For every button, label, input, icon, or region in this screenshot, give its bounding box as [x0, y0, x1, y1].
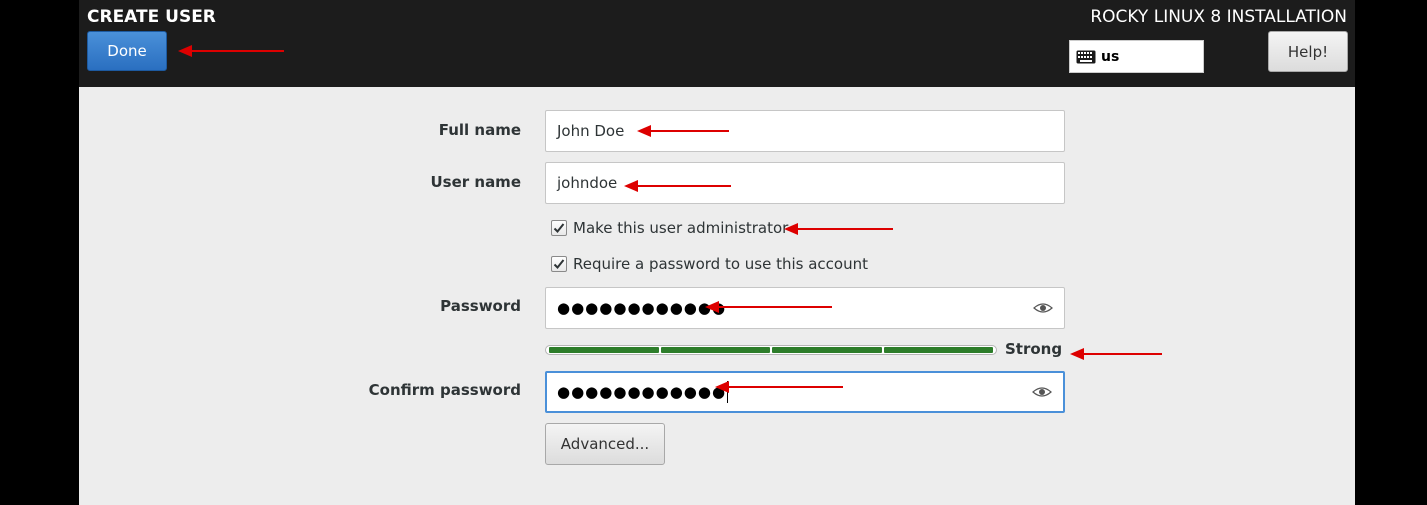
password-masked-value: ●●●●●●●●●●●● — [557, 299, 727, 317]
installer-window: CREATE USER Done ROCKY LINUX 8 INSTALLAT… — [79, 0, 1355, 505]
header-bar: CREATE USER Done ROCKY LINUX 8 INSTALLAT… — [79, 0, 1355, 87]
keyboard-layout-label: us — [1101, 48, 1120, 65]
strength-segment — [772, 347, 882, 353]
spoke-title: CREATE USER — [87, 7, 216, 27]
full-name-field[interactable]: John Doe — [545, 110, 1065, 152]
strength-segment — [549, 347, 659, 353]
eye-icon[interactable] — [1032, 386, 1052, 398]
full-name-value: John Doe — [557, 122, 625, 140]
admin-checkbox-row[interactable]: Make this user administrator — [551, 219, 788, 237]
keyboard-icon — [1076, 50, 1096, 64]
admin-checkbox-label: Make this user administrator — [573, 219, 789, 237]
keyboard-layout-indicator[interactable]: us — [1069, 40, 1204, 73]
require-password-checkbox-label: Require a password to use this account — [573, 255, 868, 273]
checkmark-icon — [553, 259, 565, 269]
password-strength-label: Strong — [1005, 340, 1063, 358]
text-cursor — [727, 381, 729, 403]
advanced-button[interactable]: Advanced... — [545, 423, 665, 465]
password-field[interactable]: ●●●●●●●●●●●● — [545, 287, 1065, 329]
user-name-value: johndoe — [557, 174, 618, 192]
user-name-field[interactable]: johndoe — [545, 162, 1065, 204]
require-password-checkbox[interactable] — [551, 256, 567, 272]
password-label: Password — [440, 297, 521, 315]
require-password-checkbox-row[interactable]: Require a password to use this account — [551, 255, 868, 273]
checkmark-icon — [553, 223, 565, 233]
eye-icon[interactable] — [1033, 302, 1053, 314]
password-strength-bar — [545, 345, 997, 355]
done-button[interactable]: Done — [87, 31, 167, 71]
product-title: ROCKY LINUX 8 INSTALLATION — [1090, 7, 1347, 27]
strength-segment — [660, 347, 770, 353]
full-name-label: Full name — [438, 121, 521, 139]
confirm-password-label: Confirm password — [368, 381, 521, 399]
help-button[interactable]: Help! — [1268, 31, 1348, 72]
user-name-label: User name — [430, 173, 521, 191]
confirm-password-masked-value: ●●●●●●●●●●●● — [557, 383, 727, 401]
strength-segment — [883, 347, 993, 353]
confirm-password-field[interactable]: ●●●●●●●●●●●● — [545, 371, 1065, 413]
admin-checkbox[interactable] — [551, 220, 567, 236]
